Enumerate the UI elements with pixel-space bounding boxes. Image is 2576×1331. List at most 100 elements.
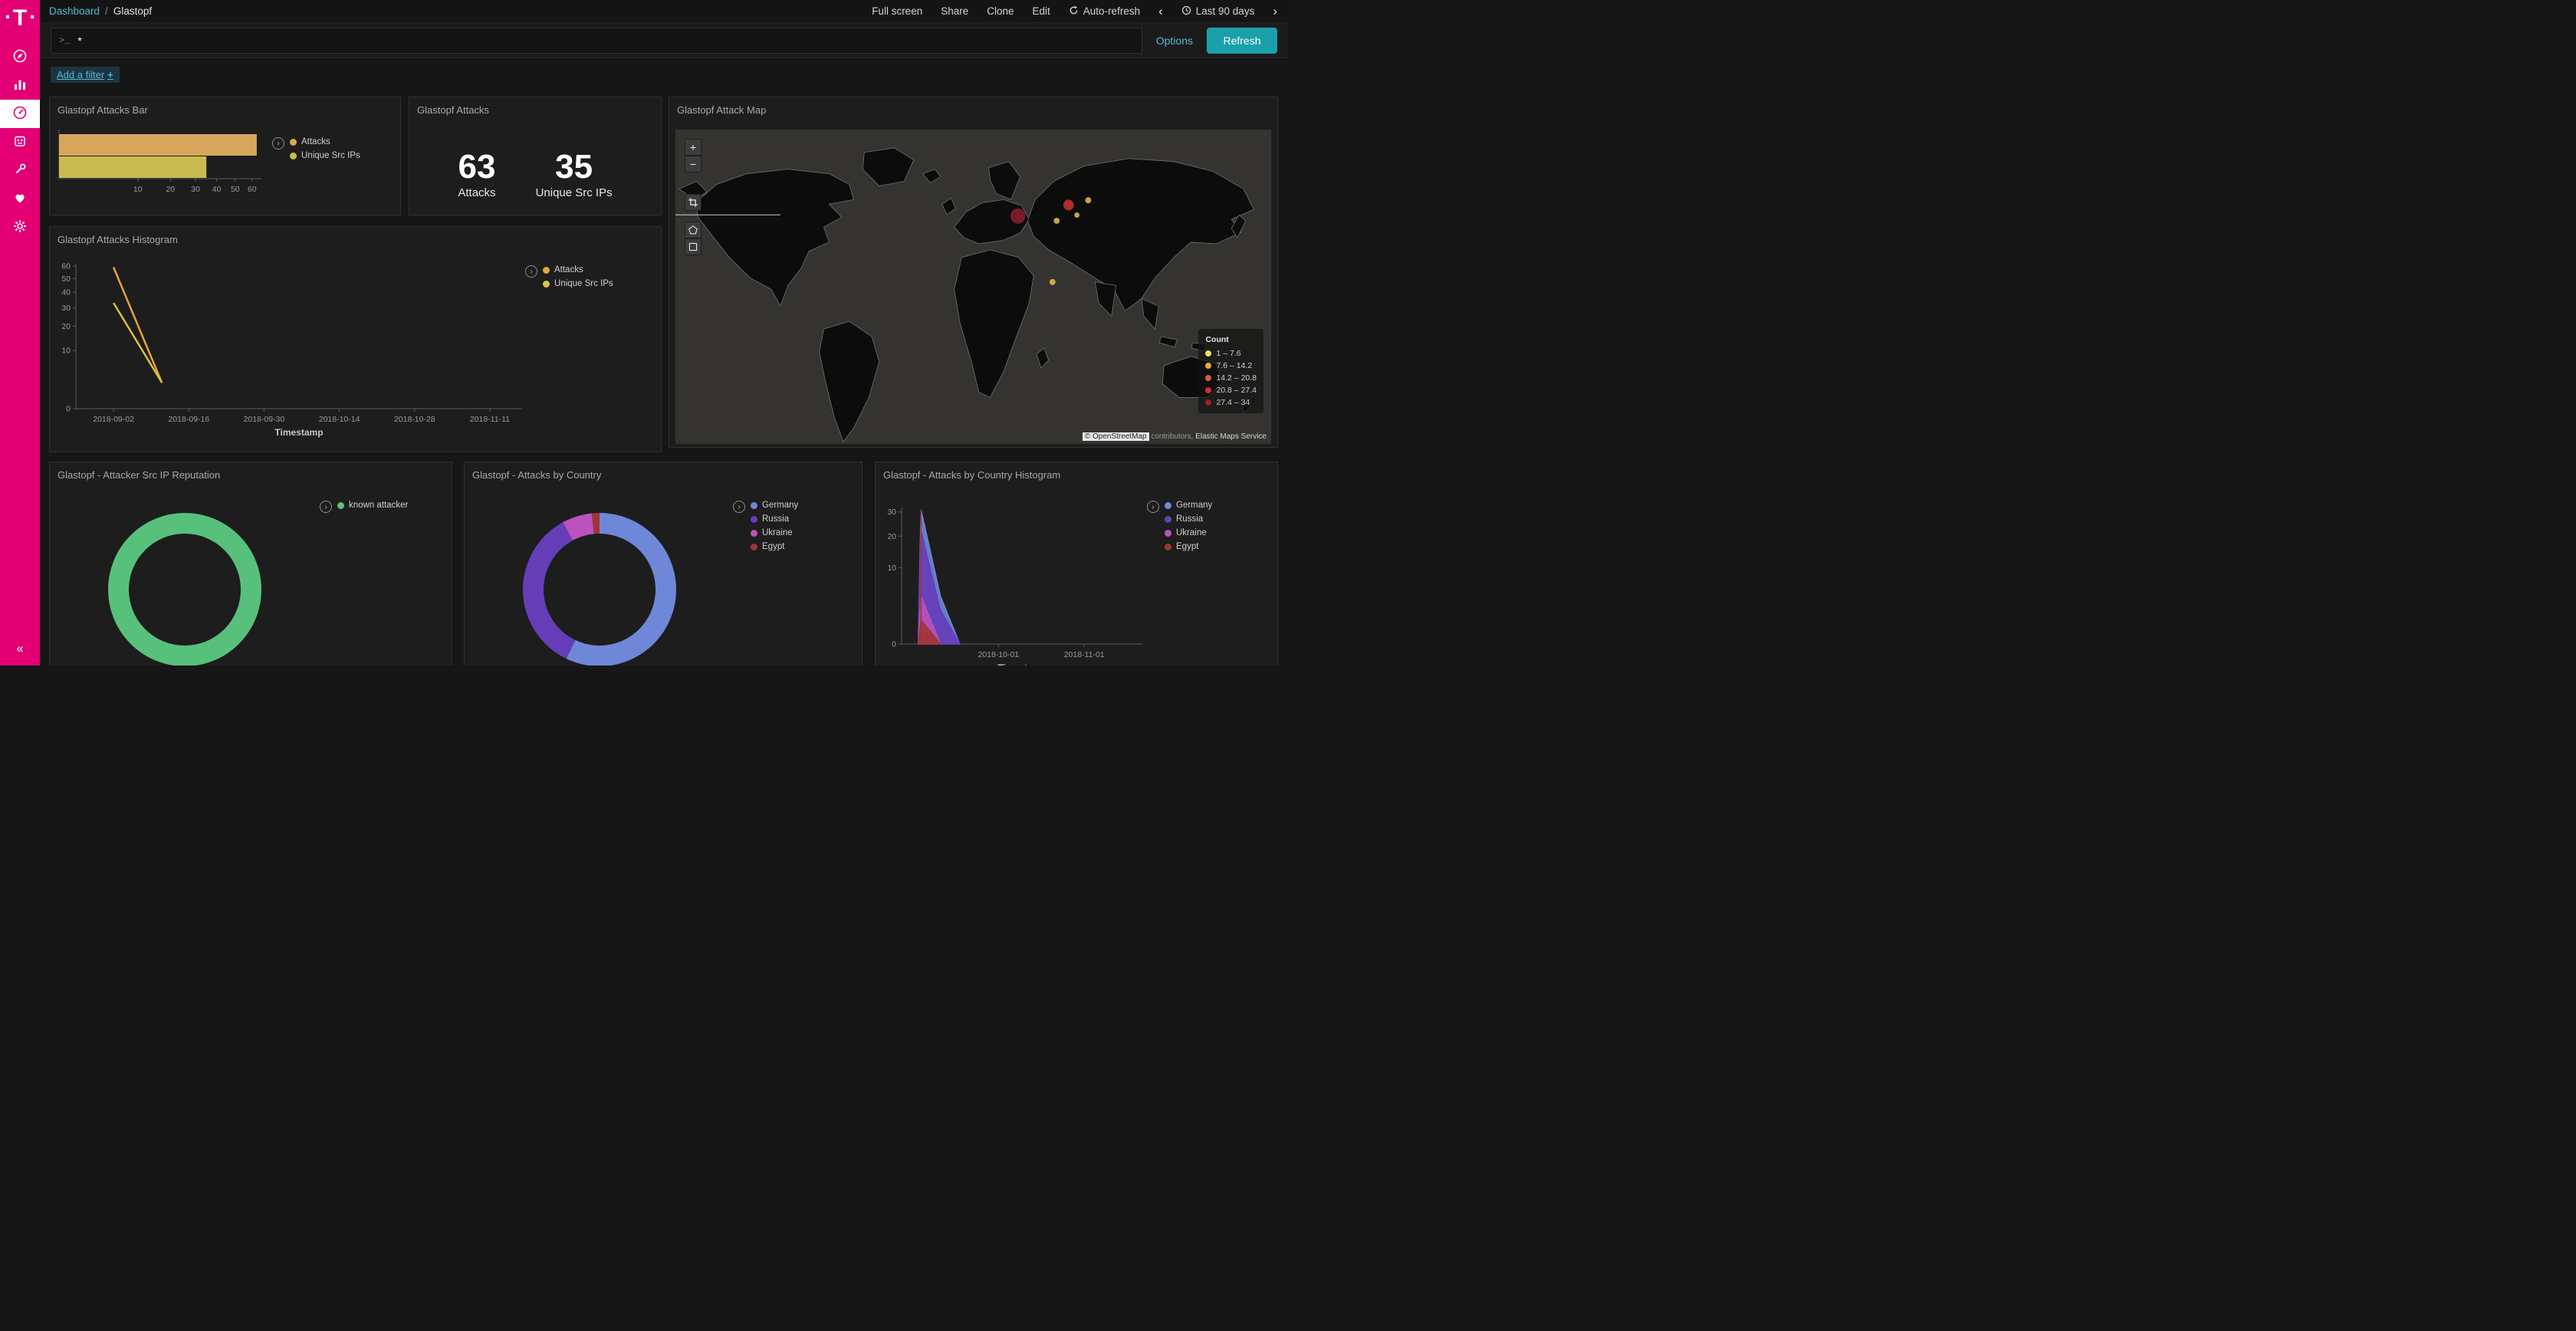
panel-title[interactable]: Glastopf - Attacks by Country — [465, 462, 862, 481]
timelion-icon — [12, 133, 28, 152]
legend-title: Count — [1205, 334, 1257, 346]
series-color-dot — [337, 502, 344, 509]
svg-text:2018-10-01: 2018-10-01 — [978, 650, 1019, 659]
svg-text:20: 20 — [61, 322, 71, 331]
map-zoom-in-button[interactable]: + — [685, 139, 702, 156]
sidebar-item-dashboard[interactable] — [0, 100, 40, 128]
legend-item[interactable]: Russia — [751, 514, 798, 524]
discover-icon — [12, 48, 28, 67]
panel-title[interactable]: Glastopf - Attacks by Country Histogram — [876, 462, 1277, 481]
legend-toggle-icon[interactable]: › — [272, 137, 284, 150]
full-screen-button[interactable]: Full screen — [872, 5, 922, 17]
svg-text:2018-10-14: 2018-10-14 — [319, 415, 360, 424]
legend-item[interactable]: Egypt — [1165, 542, 1212, 551]
world-map[interactable]: + − Count 1 – 7.67.6 – 14.214.2 – 20.820… — [675, 130, 1271, 444]
svg-text:60: 60 — [61, 262, 71, 271]
add-filter-link[interactable]: Add a filter+ — [51, 67, 120, 83]
legend-item[interactable]: Ukraine — [1165, 528, 1212, 537]
query-input-box[interactable]: >_ — [51, 28, 1142, 54]
series-color-dot — [751, 502, 757, 509]
legend-toggle-icon[interactable]: › — [525, 265, 537, 278]
legend-item[interactable]: Unique Src IPs — [543, 279, 613, 288]
auto-refresh-button[interactable]: Auto-refresh — [1069, 5, 1140, 18]
map-legend-row: 1 – 7.6 — [1205, 347, 1257, 360]
attacks-bar-chart[interactable]: 102030405060 — [54, 123, 284, 212]
terminal-prompt-icon: >_ — [59, 35, 70, 46]
map-fit-bounds-button[interactable] — [685, 194, 702, 211]
legend-item[interactable]: Attacks — [290, 137, 360, 146]
map-rectangle-filter-button[interactable] — [685, 238, 702, 255]
share-button[interactable]: Share — [941, 5, 968, 17]
time-forward-chevron[interactable]: › — [1273, 6, 1277, 16]
legend-item[interactable]: Germany — [1165, 501, 1212, 510]
wrench-icon — [12, 161, 28, 180]
country-histogram-chart[interactable]: 01020302018-10-012018-11-01Timestamp — [876, 485, 1274, 666]
elastic-maps-link[interactable]: Elastic Maps Service — [1195, 432, 1267, 441]
search-query-input[interactable] — [77, 35, 1133, 47]
legend-item[interactable]: Attacks — [543, 265, 613, 274]
sidebar-item-management[interactable] — [0, 213, 40, 242]
breadcrumb-dashboard-link[interactable]: Dashboard — [49, 5, 100, 17]
sidebar-collapse-icon[interactable]: « — [16, 641, 23, 656]
series-color-dot — [1165, 530, 1171, 537]
svg-text:0: 0 — [892, 640, 896, 649]
sidebar-item-timelion[interactable] — [0, 128, 40, 156]
panel-attacks-by-country-histogram: Glastopf - Attacks by Country Histogram … — [875, 462, 1278, 666]
svg-text:2018-11-11: 2018-11-11 — [470, 415, 510, 424]
legend-toggle-icon[interactable]: › — [733, 501, 745, 513]
panel-title[interactable]: Glastopf Attacks Bar — [50, 97, 400, 116]
legend-item[interactable]: known attacker — [337, 501, 408, 510]
time-back-chevron[interactable]: ‹ — [1158, 6, 1163, 16]
sidebar-item-dev-tools[interactable] — [0, 156, 40, 185]
refresh-cycle-icon — [1069, 5, 1079, 18]
legend-item[interactable]: Russia — [1165, 514, 1212, 524]
metric-unique-src-ips: 35 Unique Src IPs — [536, 150, 613, 199]
map-zoom-out-button[interactable]: − — [685, 156, 702, 173]
metric-label: Attacks — [458, 186, 495, 199]
clone-button[interactable]: Clone — [987, 5, 1014, 17]
series-color-dot — [751, 516, 757, 523]
legend-item[interactable]: Egypt — [751, 542, 798, 551]
svg-text:0: 0 — [66, 405, 71, 414]
panel-src-ip-reputation: Glastopf - Attacker Src IP Reputation › … — [49, 462, 452, 666]
svg-text:40: 40 — [212, 185, 222, 194]
series-color-dot — [290, 153, 297, 159]
series-color-dot — [543, 267, 550, 274]
country-donut-chart[interactable] — [465, 485, 862, 666]
legend-item[interactable]: Germany — [751, 501, 798, 510]
telekom-logo[interactable]: T — [13, 6, 27, 31]
refresh-button[interactable]: Refresh — [1207, 28, 1277, 54]
sidebar-item-discover[interactable] — [0, 43, 40, 71]
panel-title[interactable]: Glastopf Attack Map — [669, 97, 1277, 116]
svg-text:2018-09-16: 2018-09-16 — [168, 415, 209, 424]
attacks-histogram-chart[interactable]: 01020304050602018-09-022018-09-162018-09… — [50, 248, 540, 453]
legend-toggle-icon[interactable]: › — [1147, 501, 1159, 513]
panel-title[interactable]: Glastopf Attacks Histogram — [50, 227, 661, 245]
chart-legend: › Attacks Unique Src IPs — [272, 137, 360, 160]
sidebar-item-visualize[interactable] — [0, 71, 40, 100]
legend-item[interactable]: Ukraine — [751, 528, 798, 537]
time-range-picker[interactable]: Last 90 days — [1181, 5, 1255, 18]
chart-legend: › Germany Russia Ukraine Egypt — [733, 501, 798, 551]
series-color-dot — [751, 544, 757, 550]
map-legend-row: 14.2 – 20.8 — [1205, 372, 1257, 384]
svg-text:10: 10 — [887, 564, 896, 573]
panel-attacks-by-country: Glastopf - Attacks by Country › Germany R… — [464, 462, 863, 666]
edit-button[interactable]: Edit — [1033, 5, 1050, 17]
sidebar-item-monitoring[interactable] — [0, 185, 40, 213]
svg-text:30: 30 — [61, 304, 71, 313]
legend-item[interactable]: Unique Src IPs — [290, 151, 360, 160]
bar-chart-icon — [12, 76, 28, 95]
panel-title[interactable]: Glastopf Attacks — [409, 97, 661, 116]
map-polygon-filter-button[interactable] — [685, 222, 702, 238]
series-color-dot — [1165, 516, 1171, 523]
legend-toggle-icon[interactable]: › — [320, 501, 332, 513]
openstreetmap-link[interactable]: © OpenStreetMap — [1083, 432, 1149, 441]
clock-icon — [1181, 5, 1191, 18]
options-link[interactable]: Options — [1156, 35, 1193, 47]
svg-text:40: 40 — [61, 288, 71, 297]
series-color-dot — [751, 530, 757, 537]
panel-title[interactable]: Glastopf - Attacker Src IP Reputation — [50, 462, 452, 481]
panel-attacks-bar: Glastopf Attacks Bar 102030405060 › Atta… — [49, 97, 401, 215]
metric-visualization: 63 Attacks 35 Unique Src IPs — [409, 150, 661, 199]
